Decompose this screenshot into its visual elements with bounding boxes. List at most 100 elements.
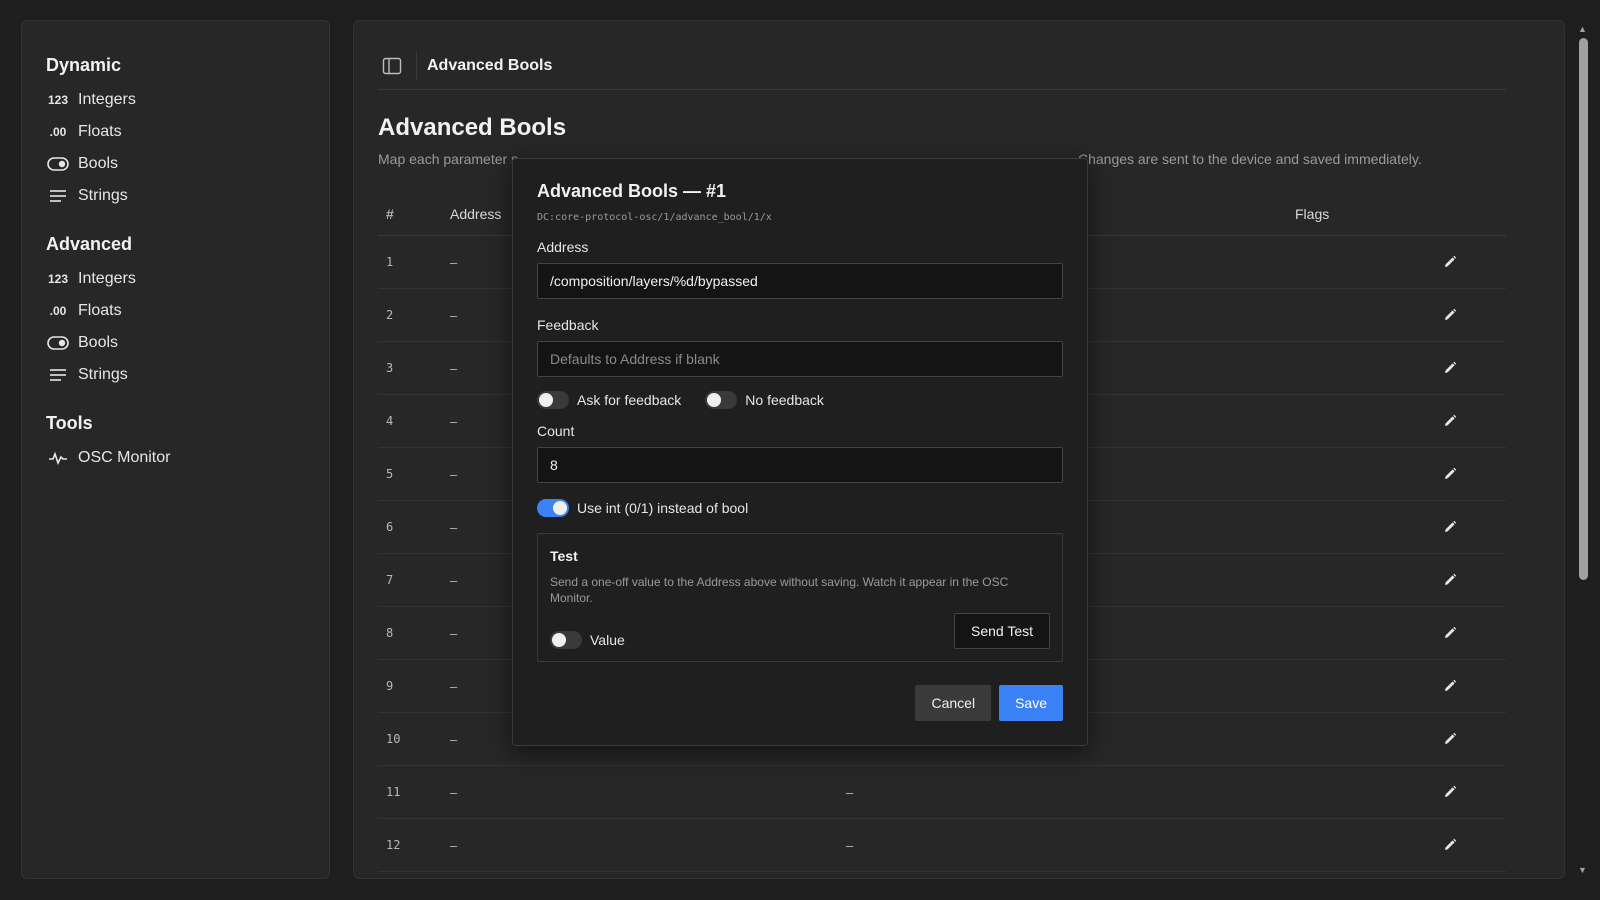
sidebar-item-floats[interactable]: .00 Floats [46,295,305,327]
edit-row-button[interactable] [1440,517,1460,537]
edit-row-button[interactable] [1440,570,1460,590]
edit-icon [1445,414,1457,426]
edit-icon [1445,679,1457,691]
scroll-down-icon[interactable]: ▼ [1578,865,1587,875]
table-row: 12 – – [378,819,1506,872]
row-num: 5 [386,467,394,481]
sidebar-item-strings[interactable]: Strings [46,180,305,212]
edit-row-button[interactable] [1440,782,1460,802]
row-num: 1 [386,255,394,269]
edit-icon [1445,626,1457,638]
table-row: 11 – – [378,766,1506,819]
row-num: 8 [386,626,394,640]
edit-row-button[interactable] [1440,411,1460,431]
edit-icon [1445,308,1457,320]
page-description-start: Map each parameter s [378,151,519,167]
dialog-title: Advanced Bools — #1 [537,181,727,201]
sidebar: Dynamic 123 Integers .00 Floats Bools Strings A… [21,20,330,879]
row-num: 10 [386,732,401,746]
scrollbar-thumb[interactable] [1579,38,1588,580]
pulse-icon [46,451,70,465]
test-value-toggle[interactable] [550,631,582,649]
edit-row-button[interactable] [1440,305,1460,325]
edit-row-button[interactable] [1440,676,1460,696]
row-num: 9 [386,679,394,693]
edit-row-button[interactable] [1440,464,1460,484]
count-label: Count [537,423,575,439]
edit-dialog: Advanced Bools — #1 DC:core-protocol-osc… [512,158,1088,746]
edit-icon [1445,785,1457,797]
page-title: Advanced Bools [378,114,567,141]
lines-icon [46,368,70,382]
row-num: 6 [386,520,394,534]
count-input[interactable] [537,447,1063,483]
sidebar-item-bools[interactable]: Bools [46,327,305,359]
header-flags: Flags [1295,206,1330,222]
nav-section-title: Advanced [46,234,133,254]
edit-icon [1445,732,1457,744]
use-int-label: Use int (0/1) instead of bool [577,500,749,516]
save-button[interactable]: Save [999,685,1063,721]
row-num: 12 [386,838,401,852]
sidebar-item-label: Integers [78,91,136,108]
toggle-knob [553,501,567,515]
nav-group-advanced: Advanced 123 Integers .00 Floats Bools Strings [46,234,305,391]
row-address: – [450,784,458,800]
feedback-options: Ask for feedback No feedback [537,391,1063,409]
edit-icon [1445,838,1457,850]
edit-icon [1445,467,1457,479]
test-title: Test [550,548,578,564]
lines-icon [46,189,70,203]
sidebar-item-osc-monitor[interactable]: OSC Monitor [46,442,305,474]
sidebar-toggle-icon [382,57,402,75]
integers-icon: 123 [47,272,69,286]
page-description: Map each parameter s Changes are sent to… [378,151,1422,167]
edit-row-button[interactable] [1440,623,1460,643]
edit-row-button[interactable] [1440,729,1460,749]
nav-group-tools: Tools OSC Monitor [46,413,305,474]
sidebar-item-floats[interactable]: .00 Floats [46,116,305,148]
row-num: 3 [386,361,394,375]
topbar: Advanced Bools [378,43,1506,90]
test-description: Send a one-off value to the Address abov… [550,575,1009,605]
sidebar-item-label: Floats [78,302,122,319]
send-test-button[interactable]: Send Test [953,613,1050,649]
sidebar-item-integers[interactable]: 123 Integers [46,263,305,295]
edit-icon [1445,520,1457,532]
sidebar-item-label: Bools [78,334,119,351]
row-address: – [450,837,458,853]
edit-row-button[interactable] [1440,252,1460,272]
cancel-button[interactable]: Cancel [915,685,992,721]
nav-group-dynamic: Dynamic 123 Integers .00 Floats Bools Strings [46,55,305,212]
edit-icon [1445,255,1457,267]
use-int-toggle[interactable] [537,499,569,517]
address-input[interactable] [537,263,1063,299]
sidebar-toggle-button[interactable] [378,52,417,80]
dialog-path: DC:core-protocol-osc/1/advance_bool/1/x [537,212,772,223]
row-num: 2 [386,308,394,322]
sidebar-item-label: Bools [78,155,119,172]
test-value-label: Value [590,632,625,648]
header-num: # [386,206,394,222]
sidebar-item-label: Floats [78,123,122,140]
floats-icon: .00 [49,125,67,139]
toggle-icon [46,157,70,171]
no-feedback-toggle[interactable] [705,391,738,409]
sidebar-item-integers[interactable]: 123 Integers [46,84,305,116]
feedback-input[interactable] [537,341,1063,377]
sidebar-item-label: Strings [78,366,128,383]
scrollbar[interactable]: ▲ ▼ [1574,20,1590,879]
toggle-knob [552,633,566,647]
sidebar-item-label: Integers [78,270,136,287]
scroll-up-icon[interactable]: ▲ [1578,24,1587,34]
topbar-title: Advanced Bools [427,57,553,74]
ask-feedback-toggle[interactable] [537,391,569,409]
toggle-knob [707,393,722,407]
edit-row-button[interactable] [1440,358,1460,378]
sidebar-item-label: Strings [78,187,128,204]
sidebar-item-bools[interactable]: Bools [46,148,305,180]
edit-row-button[interactable] [1440,835,1460,855]
test-value-row: Value [550,631,625,649]
sidebar-item-strings[interactable]: Strings [46,359,305,391]
nav-section-title: Dynamic [46,55,122,75]
